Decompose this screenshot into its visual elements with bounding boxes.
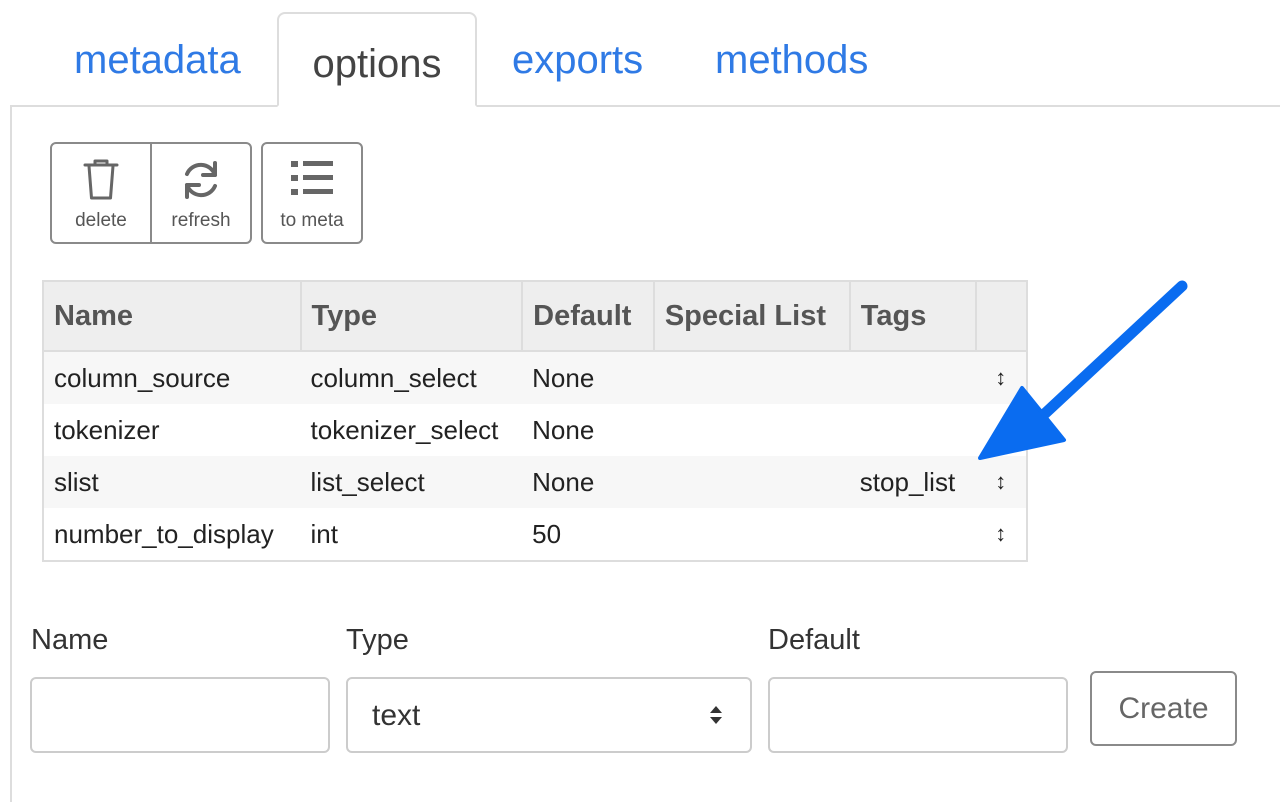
options-table: Name Type Default Special List Tags colu… xyxy=(42,280,1028,562)
table-row[interactable]: tokenizer tokenizer_select None xyxy=(43,404,1027,456)
cell-type: list_select xyxy=(300,456,523,508)
column-header-special-list: Special List xyxy=(653,281,851,352)
sort-handle-icon[interactable]: ↕ xyxy=(975,456,1027,508)
cell-default: None xyxy=(522,456,654,508)
tab-methods[interactable]: methods xyxy=(715,30,868,90)
cell-name: column_source xyxy=(43,351,301,404)
delete-label: delete xyxy=(75,210,127,231)
type-select[interactable]: text xyxy=(346,677,752,753)
sort-handle-icon[interactable]: ↕ xyxy=(975,508,1027,561)
cell-default: None xyxy=(522,351,654,404)
tab-options[interactable]: options xyxy=(277,12,477,107)
cell-special-list xyxy=(653,351,850,404)
options-page: metadata options exports methods delete xyxy=(0,0,1280,802)
to-meta-label: to meta xyxy=(280,210,344,231)
column-header-tags: Tags xyxy=(849,281,977,352)
default-label: Default xyxy=(768,624,860,656)
content-border xyxy=(10,106,12,802)
refresh-button[interactable]: refresh xyxy=(150,142,252,244)
column-header-type: Type xyxy=(300,281,524,352)
cell-tags xyxy=(849,508,976,561)
cell-name: tokenizer xyxy=(43,404,301,456)
list-icon xyxy=(263,158,361,202)
column-header-name: Name xyxy=(43,281,302,352)
cell-tags xyxy=(849,404,976,456)
name-label: Name xyxy=(31,624,109,656)
tab-bar: metadata options exports methods xyxy=(10,0,1280,107)
table-row[interactable]: number_to_display int 50 ↕ xyxy=(43,508,1027,561)
cell-tags: stop_list xyxy=(849,456,976,508)
type-label: Type xyxy=(346,624,409,656)
toolbar-group-edit: delete refresh xyxy=(50,142,252,244)
delete-button[interactable]: delete xyxy=(50,142,152,244)
name-input[interactable] xyxy=(30,677,330,753)
refresh-icon xyxy=(152,158,250,202)
cell-default: None xyxy=(522,404,654,456)
tab-metadata[interactable]: metadata xyxy=(74,30,241,90)
cell-name: number_to_display xyxy=(43,508,301,561)
cell-tags xyxy=(849,351,976,404)
cell-special-list xyxy=(653,508,850,561)
cell-type: tokenizer_select xyxy=(300,404,523,456)
sort-handle-icon[interactable]: ↕ xyxy=(975,351,1027,404)
column-header-sort xyxy=(975,281,1027,352)
table-header-row: Name Type Default Special List Tags xyxy=(43,281,1027,352)
cell-type: int xyxy=(300,508,523,561)
table-row[interactable]: column_source column_select None ↕ xyxy=(43,351,1027,404)
cell-special-list xyxy=(653,456,850,508)
cell-name: slist xyxy=(43,456,301,508)
type-select-value: text xyxy=(372,699,421,732)
to-meta-button[interactable]: to meta xyxy=(261,142,363,244)
column-header-default: Default xyxy=(522,281,655,352)
refresh-label: refresh xyxy=(171,210,231,231)
toolbar-group-meta: to meta xyxy=(261,142,363,244)
cell-special-list xyxy=(653,404,850,456)
trash-icon xyxy=(52,158,150,202)
sort-cell-empty xyxy=(975,404,1027,456)
cell-type: column_select xyxy=(300,351,523,404)
create-button[interactable]: Create xyxy=(1090,671,1237,746)
default-input[interactable] xyxy=(768,677,1068,753)
cell-default: 50 xyxy=(522,508,654,561)
table-row[interactable]: slist list_select None stop_list ↕ xyxy=(43,456,1027,508)
chevron-updown-icon xyxy=(708,703,724,732)
tab-exports[interactable]: exports xyxy=(512,30,643,90)
